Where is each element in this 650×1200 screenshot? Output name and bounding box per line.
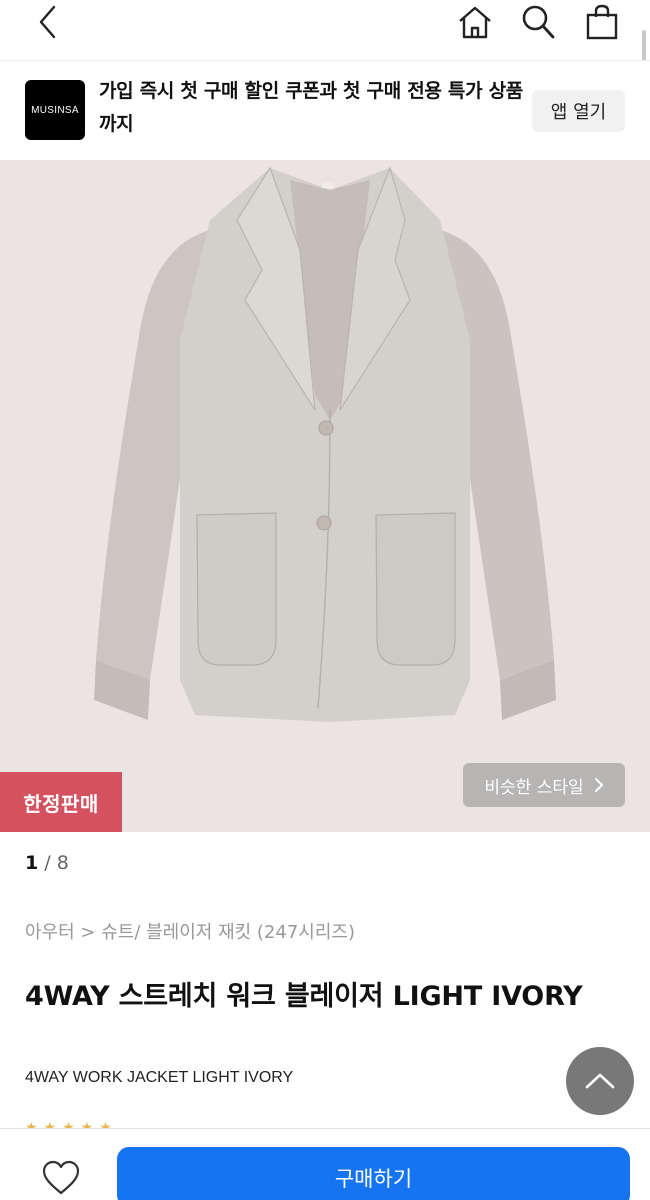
open-app-button[interactable]: 앱 열기: [532, 90, 625, 132]
musinsa-logo: MUSINSA: [25, 80, 85, 140]
scroll-to-top-button[interactable]: [566, 1047, 634, 1115]
like-button[interactable]: [38, 1155, 84, 1200]
chevron-right-icon: [594, 778, 603, 792]
product-subtitle: 4WAY WORK JACKET LIGHT IVORY: [25, 1069, 294, 1086]
chevron-left-icon: [39, 5, 56, 39]
buy-button-label: 구매하기: [334, 1167, 413, 1191]
image-pager-separator: /: [44, 852, 51, 874]
top-navigation: [0, 0, 650, 70]
buy-button[interactable]: 구매하기: [117, 1147, 630, 1200]
home-button[interactable]: [453, 0, 497, 44]
home-icon: [459, 6, 491, 39]
image-current-index: 1: [25, 852, 39, 874]
app-promo-banner: MUSINSA 가입 즉시 첫 구매 할인 쿠폰과 첫 구매 전용 특가 상품 …: [0, 60, 650, 160]
rating-stars: ★★★★★: [25, 1120, 118, 1128]
product-title: 4WAY 스트레치 워크 블레이저 LIGHT IVORY: [25, 981, 583, 1012]
shopping-bag-icon: [586, 4, 618, 40]
image-total-count: 8: [56, 852, 69, 874]
jacket-illustration: [94, 166, 556, 722]
cart-button[interactable]: [580, 0, 624, 44]
heart-outline-icon: [42, 1160, 80, 1195]
category-breadcrumb[interactable]: 아우터 > 슈트/ 블레이저 재킷 (247시리즈): [25, 918, 355, 944]
search-icon: [522, 5, 555, 39]
limited-sale-badge: 한정판매: [0, 772, 122, 832]
chevron-up-icon: [585, 1073, 615, 1089]
image-pager: 1 / 8: [25, 852, 69, 874]
product-image[interactable]: [0, 160, 650, 832]
back-button[interactable]: [26, 0, 70, 44]
similar-style-button[interactable]: 비슷한 스타일: [463, 763, 625, 807]
search-button[interactable]: [516, 0, 560, 44]
bottom-purchase-bar: 구매하기: [0, 1128, 650, 1200]
promo-text: 가입 즉시 첫 구매 할인 쿠폰과 첫 구매 전용 특가 상품 까지: [99, 80, 523, 135]
similar-style-label: 비슷한 스타일: [484, 777, 584, 798]
